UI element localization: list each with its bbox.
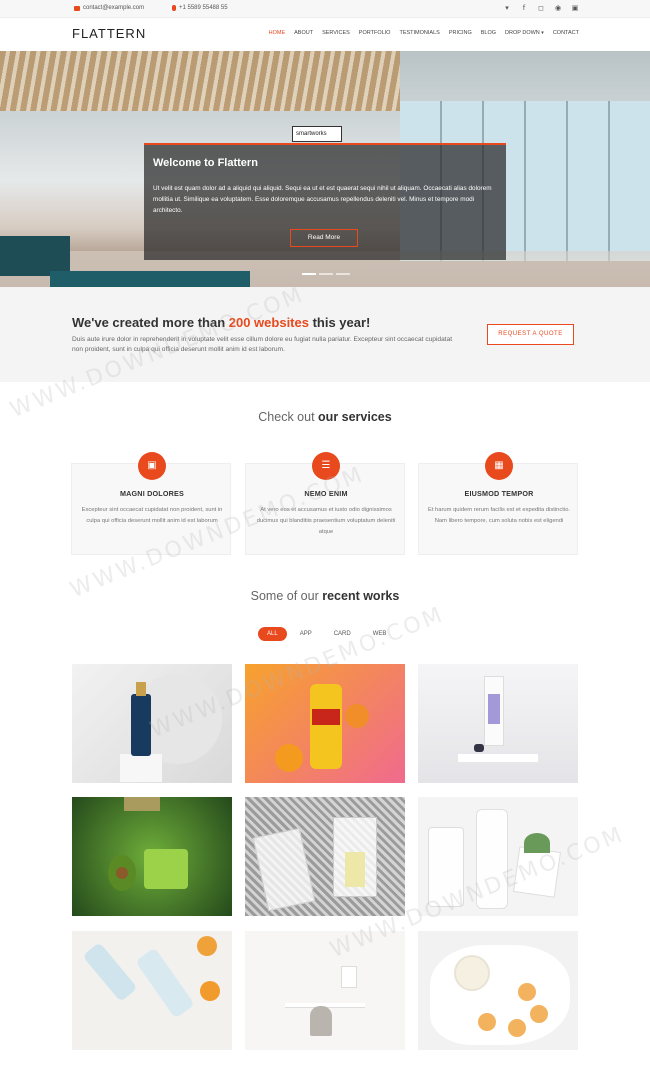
phone-text: +1 5589 55488 55: [179, 5, 228, 11]
service-card[interactable]: ☰ NEMO ENIM At vero eos et accusamus et …: [245, 452, 405, 555]
slider-indicators: [302, 273, 350, 275]
image-icon: ▣: [138, 452, 166, 480]
nav-blog[interactable]: Blog: [481, 30, 496, 36]
works-title: Some of our recent works: [0, 589, 650, 603]
cta-title-highlight: 200 websites: [228, 315, 309, 330]
services-title-bold: our services: [318, 410, 392, 424]
service-text: At vero eos et accusamus et iusto odio d…: [256, 507, 396, 535]
request-quote-button[interactable]: REQUEST A QUOTE: [487, 324, 574, 345]
cta-title-suffix: this year!: [308, 315, 371, 330]
portfolio-filters: All App Card Web: [258, 627, 395, 641]
hero-caption: Welcome to Flattern Ut velit est quam do…: [144, 143, 506, 260]
site-header: FLATTERN Home About Services Portfolio T…: [0, 18, 650, 51]
cta-section: We've created more than 200 websites thi…: [0, 287, 650, 382]
service-card[interactable]: ▦ EIUSMOD TEMPOR Et harum quidem rerum f…: [418, 452, 578, 555]
nav-services[interactable]: Services: [322, 30, 350, 36]
cta-text: Duis aute irure dolor in reprehenderit i…: [72, 336, 453, 353]
portfolio-item[interactable]: [418, 797, 578, 916]
slide-indicator[interactable]: [302, 273, 316, 275]
service-title: NEMO ENIM: [304, 489, 348, 498]
portfolio-item[interactable]: [245, 797, 405, 916]
twitter-icon[interactable]: ▾: [503, 4, 511, 12]
nav-testimonials[interactable]: Testimonials: [399, 30, 439, 36]
sliders-icon: ☰: [312, 452, 340, 480]
works-title-prefix: Some of our: [250, 589, 323, 603]
email-text: contact@example.com: [83, 5, 145, 11]
read-more-button[interactable]: Read More: [290, 229, 358, 247]
nav-portfolio[interactable]: Portfolio: [359, 30, 391, 36]
service-title: MAGNI DOLORES: [119, 489, 185, 498]
portfolio-item[interactable]: [72, 664, 232, 783]
slide-indicator[interactable]: [319, 273, 333, 275]
service-text: Excepteur sint occaecat cupidatat non pr…: [81, 507, 223, 524]
nav-home[interactable]: Home: [269, 30, 286, 36]
slide-indicator[interactable]: [336, 273, 350, 275]
linkedin-icon[interactable]: ▣: [571, 4, 579, 12]
portfolio-item[interactable]: [418, 664, 578, 783]
nav-pricing[interactable]: Pricing: [449, 30, 472, 36]
facebook-icon[interactable]: f: [520, 4, 528, 12]
hero-text: Ut velit est quam dolor ad a aliquid qui…: [153, 185, 492, 214]
portfolio-item[interactable]: [72, 931, 232, 1050]
envelope-icon: [74, 5, 80, 11]
calendar-icon: ▦: [485, 452, 513, 480]
works-title-bold: recent works: [322, 589, 400, 603]
services-title: Check out our services: [0, 410, 650, 424]
service-title: EIUSMOD TEMPOR: [464, 489, 534, 498]
filter-app[interactable]: App: [291, 627, 321, 641]
hero-image-chair: [0, 236, 70, 276]
nav-dropdown-label: Drop Down: [505, 30, 540, 36]
hero-image-sign: smartworks: [292, 126, 342, 142]
filter-card[interactable]: Card: [325, 627, 360, 641]
service-text: Et harum quidem rerum facilis est et exp…: [427, 507, 571, 524]
service-card[interactable]: ▣ MAGNI DOLORES Excepteur sint occaecat …: [71, 452, 231, 555]
site-logo[interactable]: FLATTERN: [72, 26, 146, 41]
hero-image-ceiling: [0, 51, 400, 111]
filter-all[interactable]: All: [258, 627, 287, 641]
contact-phone[interactable]: +1 5589 55488 55: [172, 5, 228, 11]
social-links: ▾ f ◻ ◉ ▣: [503, 4, 579, 12]
chevron-down-icon: ▾: [541, 30, 544, 36]
skype-icon[interactable]: ◉: [554, 4, 562, 12]
phone-icon: [172, 5, 176, 11]
portfolio-item[interactable]: [418, 931, 578, 1050]
services-title-prefix: Check out: [258, 410, 319, 424]
cta-title: We've created more than 200 websites thi…: [72, 315, 370, 330]
nav-dropdown[interactable]: Drop Down ▾: [505, 30, 544, 36]
portfolio-item[interactable]: [72, 797, 232, 916]
cta-title-prefix: We've created more than: [72, 315, 229, 330]
top-bar: contact@example.com +1 5589 55488 55 ▾ f…: [0, 0, 650, 18]
nav-contact[interactable]: Contact: [553, 30, 579, 36]
instagram-icon[interactable]: ◻: [537, 4, 545, 12]
portfolio-item[interactable]: [245, 664, 405, 783]
portfolio-item[interactable]: [245, 931, 405, 1050]
contact-email[interactable]: contact@example.com: [74, 5, 144, 11]
nav-about[interactable]: About: [294, 30, 313, 36]
hero-title: Welcome to Flattern: [153, 157, 258, 169]
main-nav: Home About Services Portfolio Testimonia…: [269, 30, 579, 36]
hero-image-sofa: [50, 271, 250, 287]
filter-web[interactable]: Web: [364, 627, 396, 641]
